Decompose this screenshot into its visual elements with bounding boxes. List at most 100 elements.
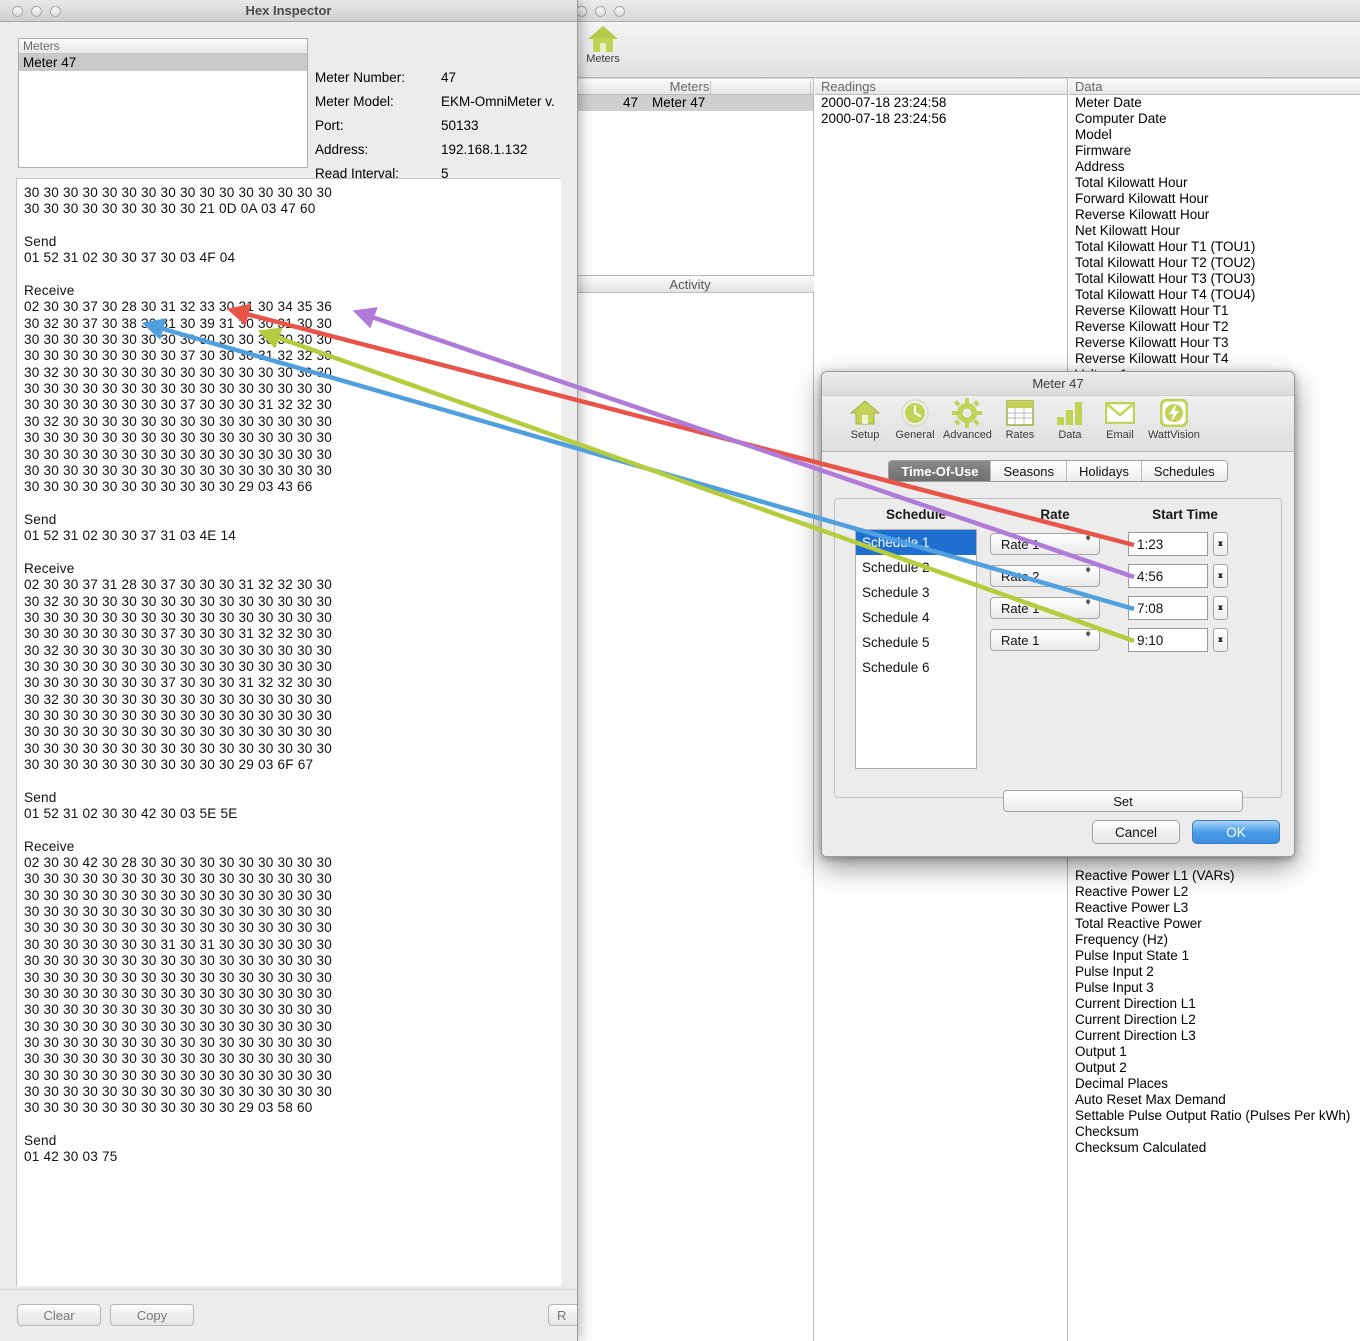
tab-schedules[interactable]: Schedules — [1141, 461, 1227, 481]
meters-column-header[interactable]: Meters — [566, 78, 813, 95]
data-list-item[interactable]: Pulse Input State 1 — [1069, 948, 1360, 964]
data-list-item[interactable]: Meter Date — [1069, 95, 1360, 111]
hex-inspector-fields: Meter Number: 47 Meter Model: EKM-OmniMeter… — [315, 70, 565, 190]
data-list-item[interactable]: Total Kilowatt Hour T3 (TOU3) — [1069, 271, 1360, 287]
toolbar-item-meters[interactable]: Meters — [576, 22, 630, 65]
data-list-item[interactable]: Reactive Power L1 (VARs) — [1069, 868, 1360, 884]
hex-meters-listbox-rows: Meter 47 — [19, 54, 307, 71]
data-list-item[interactable]: Reverse Kilowatt Hour T2 — [1069, 319, 1360, 335]
dialog-toolbar-data[interactable]: Data — [1045, 398, 1095, 441]
data-list-item[interactable]: Current Direction L1 — [1069, 996, 1360, 1012]
start-time-column-label: Start Time — [1152, 507, 1218, 522]
copy-button[interactable]: Copy — [110, 1304, 194, 1326]
screen-root: Meters Meters 47 Meter 47 Activity Readin… — [0, 0, 1360, 1341]
data-column-header[interactable]: Data — [1069, 78, 1360, 95]
refresh-button[interactable]: R — [548, 1304, 577, 1326]
start-time-input-2[interactable]: 4:56 — [1128, 564, 1208, 588]
dialog-toolbar-general[interactable]: General — [890, 398, 940, 441]
hex-dump-panel[interactable]: 30 30 30 30 30 30 30 30 30 30 30 30 30 3… — [16, 178, 561, 1286]
data-list-item[interactable]: Current Direction L2 — [1069, 1012, 1360, 1028]
meter-list-item[interactable]: 47 Meter 47 — [566, 95, 813, 111]
start-time-input-3[interactable]: 7:08 — [1128, 596, 1208, 620]
rate-select-4[interactable]: Rate 1 ▲ ▼ — [990, 629, 1100, 651]
rate-select-3[interactable]: Rate 1 ▲ ▼ — [990, 597, 1100, 619]
rate-select-2[interactable]: Rate 2 ▲ ▼ — [990, 565, 1100, 587]
hex-window-controls[interactable] — [12, 6, 61, 17]
meter-settings-dialog: Meter 47 Setup General Advanced Rates Data Em… — [821, 371, 1295, 857]
activity-column-header[interactable]: Activity — [566, 275, 814, 293]
cancel-button[interactable]: Cancel — [1092, 820, 1180, 844]
dialog-toolbar-wattvision[interactable]: WattVision — [1145, 398, 1203, 441]
schedule-list-item[interactable]: Schedule 2 — [856, 555, 976, 580]
reading-list-item[interactable]: 2000-07-18 23:24:58 — [815, 95, 1067, 111]
start-time-stepper-2[interactable]: ▲ ▼ — [1213, 564, 1228, 588]
clear-button[interactable]: Clear — [17, 1304, 101, 1326]
data-list-item[interactable]: Total Kilowatt Hour — [1069, 175, 1360, 191]
rate-select-1[interactable]: Rate 1 ▲ ▼ — [990, 533, 1100, 555]
schedule-list-item[interactable]: Schedule 5 — [856, 630, 976, 655]
data-list-item[interactable]: Pulse Input 2 — [1069, 964, 1360, 980]
dialog-toolbar-setup[interactable]: Setup — [840, 398, 890, 441]
data-list-item[interactable]: Pulse Input 3 — [1069, 980, 1360, 996]
schedule-list-item[interactable]: Schedule 4 — [856, 605, 976, 630]
data-list-item[interactable]: Reverse Kilowatt Hour T3 — [1069, 335, 1360, 351]
data-list-item[interactable]: Output 1 — [1069, 1044, 1360, 1060]
dialog-footer: Cancel OK — [1092, 820, 1280, 844]
time-of-use-panel: Schedule Rate Start Time Schedule 1 Sched… — [834, 498, 1282, 812]
data-list-item[interactable]: Reactive Power L3 — [1069, 900, 1360, 916]
data-list-item[interactable]: Total Kilowatt Hour T1 (TOU1) — [1069, 239, 1360, 255]
schedule-list-item[interactable]: Schedule 6 — [856, 655, 976, 680]
start-time-stepper-4[interactable]: ▲ ▼ — [1213, 628, 1228, 652]
maximize-button[interactable] — [614, 6, 625, 17]
maximize-button[interactable] — [50, 6, 61, 17]
data-list-item[interactable]: Model — [1069, 127, 1360, 143]
close-button[interactable] — [12, 6, 23, 17]
start-time-stepper-1[interactable]: ▲ ▼ — [1213, 532, 1228, 556]
data-list-item[interactable]: Settable Pulse Output Ratio (Pulses Per … — [1069, 1108, 1360, 1124]
data-list-item[interactable]: Frequency (Hz) — [1069, 932, 1360, 948]
data-list-item[interactable]: Forward Kilowatt Hour — [1069, 191, 1360, 207]
data-list-item[interactable]: Reverse Kilowatt Hour T1 — [1069, 303, 1360, 319]
data-list-item[interactable]: Auto Reset Max Demand — [1069, 1092, 1360, 1108]
data-list-item[interactable]: Current Direction L3 — [1069, 1028, 1360, 1044]
hex-meters-listbox[interactable]: Meters Meter 47 — [18, 38, 308, 168]
data-list-item[interactable]: Reverse Kilowatt Hour T4 — [1069, 351, 1360, 367]
dialog-toolbar-email[interactable]: Email — [1095, 398, 1145, 441]
reading-list-item[interactable]: 2000-07-18 23:24:56 — [815, 111, 1067, 127]
data-list-item[interactable]: Total Kilowatt Hour T4 (TOU4) — [1069, 287, 1360, 303]
rate-select-value: Rate 2 — [1001, 568, 1040, 584]
dialog-tab-bar: Time-Of-Use Seasons Holidays Schedules — [822, 460, 1294, 492]
start-time-input-4[interactable]: 9:10 — [1128, 628, 1208, 652]
data-list-item[interactable]: Address — [1069, 159, 1360, 175]
data-list-item[interactable]: Total Kilowatt Hour T2 (TOU2) — [1069, 255, 1360, 271]
data-list-item[interactable]: Output 2 — [1069, 1060, 1360, 1076]
tab-seasons[interactable]: Seasons — [991, 461, 1068, 481]
data-list-item[interactable]: Reverse Kilowatt Hour — [1069, 207, 1360, 223]
data-list-item[interactable]: Total Reactive Power — [1069, 916, 1360, 932]
schedule-list-item[interactable]: Schedule 1 — [856, 530, 976, 555]
data-rows: Meter Date Computer Date Model Firmware Addr… — [1069, 95, 1360, 383]
tab-time-of-use[interactable]: Time-Of-Use — [889, 461, 992, 481]
schedule-list-item[interactable]: Schedule 3 — [856, 580, 976, 605]
dialog-toolbar-advanced[interactable]: Advanced — [940, 398, 995, 441]
start-time-stepper-3[interactable]: ▲ ▼ — [1213, 596, 1228, 620]
data-list-item[interactable]: Net Kilowatt Hour — [1069, 223, 1360, 239]
data-list-item[interactable]: Firmware — [1069, 143, 1360, 159]
data-list-item[interactable]: Checksum — [1069, 1124, 1360, 1140]
tab-holidays[interactable]: Holidays — [1067, 461, 1142, 481]
window-controls[interactable] — [576, 6, 625, 17]
start-time-input-1[interactable]: 1:23 — [1128, 532, 1208, 556]
readings-column-header[interactable]: Readings — [815, 78, 1067, 95]
hex-meter-list-item[interactable]: Meter 47 — [19, 54, 307, 71]
minimize-button[interactable] — [595, 6, 606, 17]
ok-button[interactable]: OK — [1192, 820, 1280, 844]
schedule-list[interactable]: Schedule 1 Schedule 2 Schedule 3 Schedule 4… — [855, 529, 977, 769]
dialog-toolbar-rates[interactable]: Rates — [995, 398, 1045, 441]
set-button[interactable]: Set — [1003, 790, 1243, 812]
calendar-icon — [1006, 398, 1034, 428]
data-list-item[interactable]: Reactive Power L2 — [1069, 884, 1360, 900]
data-list-item[interactable]: Computer Date — [1069, 111, 1360, 127]
minimize-button[interactable] — [31, 6, 42, 17]
data-list-item[interactable]: Decimal Places — [1069, 1076, 1360, 1092]
data-list-item[interactable]: Checksum Calculated — [1069, 1140, 1360, 1156]
